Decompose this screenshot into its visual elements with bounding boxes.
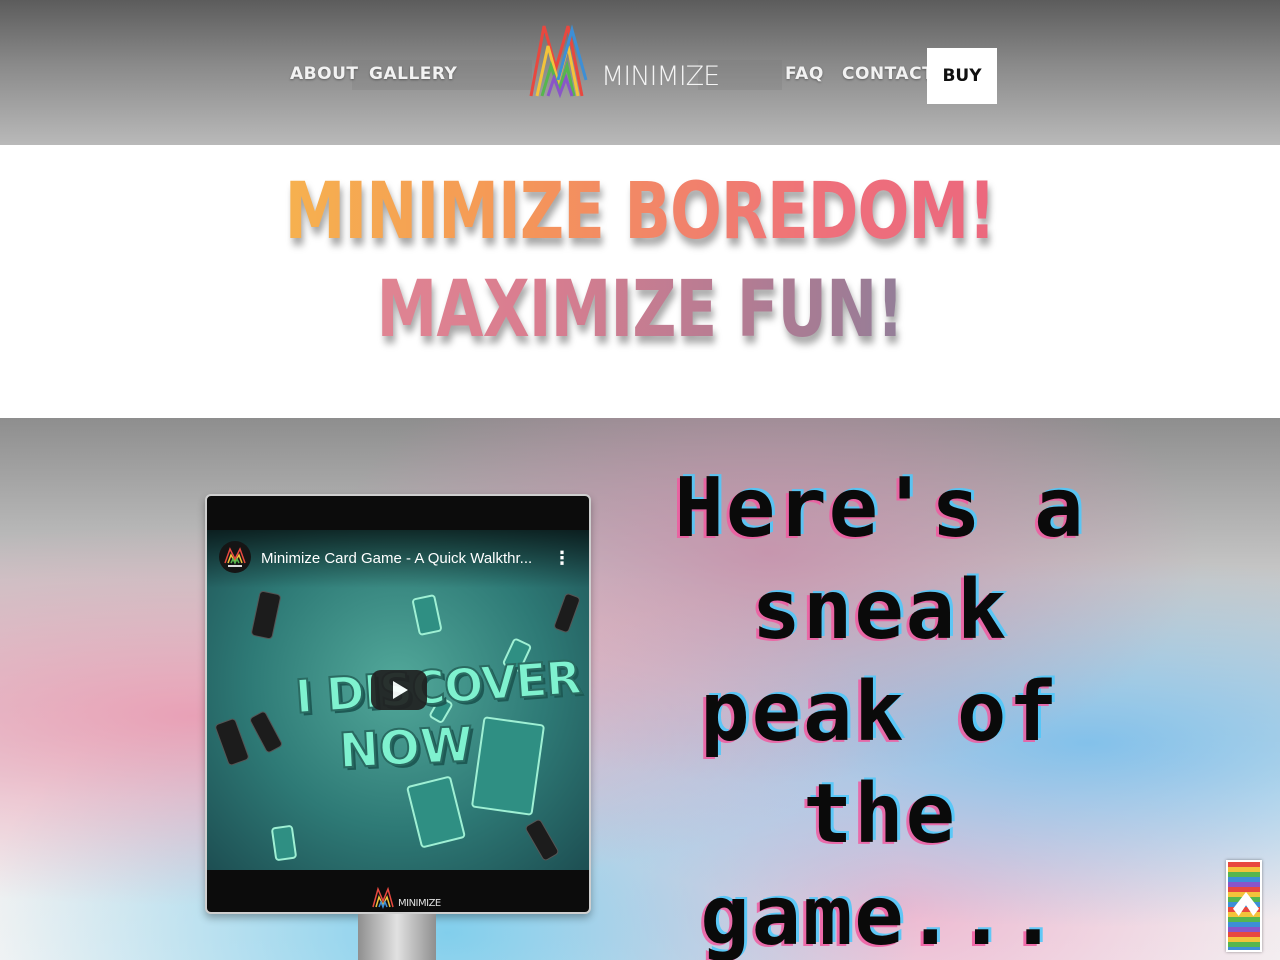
video-player[interactable]: I DISCOVER NOW Minimize Card Game - A Qu… bbox=[207, 530, 589, 870]
site-logo[interactable]: MINIMIZE bbox=[528, 20, 720, 100]
thumbnail-text-2: NOW bbox=[337, 716, 476, 781]
thumbnail-text-1: I DISCOVER bbox=[292, 649, 583, 725]
monitor-stand bbox=[358, 914, 436, 960]
card-decoration bbox=[552, 592, 582, 634]
site-header: ABOUT GALLERY MINIMIZE FAQ CONTACT BUY bbox=[0, 0, 1280, 145]
card-decoration bbox=[250, 590, 282, 640]
sneak-line: game... bbox=[700, 869, 1060, 960]
video-section: I DISCOVER NOW Minimize Card Game - A Qu… bbox=[0, 418, 1280, 960]
nav-about-link[interactable]: ABOUT bbox=[290, 64, 358, 84]
more-options-icon[interactable]: ⋮ bbox=[553, 548, 571, 569]
nav-faq-link[interactable]: FAQ bbox=[785, 64, 824, 84]
card-decoration bbox=[214, 717, 250, 767]
card-decoration bbox=[405, 775, 467, 849]
mountain-logo-icon bbox=[529, 24, 588, 99]
card-decoration bbox=[470, 716, 546, 816]
nav-gallery-link[interactable]: GALLERY bbox=[369, 64, 457, 84]
brand-logo-icon bbox=[372, 886, 394, 909]
card-decoration bbox=[270, 824, 298, 862]
video-title[interactable]: Minimize Card Game - A Quick Walkthr... bbox=[261, 550, 532, 567]
scroll-to-top-badge[interactable] bbox=[1226, 860, 1262, 952]
channel-logo-icon bbox=[224, 547, 246, 567]
play-button[interactable] bbox=[371, 670, 427, 710]
card-decoration bbox=[248, 710, 284, 754]
hero-headline-2: MAXIMIZE FUN! bbox=[141, 265, 1139, 355]
nav-contact-link[interactable]: CONTACT bbox=[842, 64, 934, 84]
hero-headline-1: MINIMIZE BOREDOM! bbox=[141, 167, 1139, 257]
card-decoration bbox=[411, 593, 443, 637]
monitor-brand-text: MINIMIZE bbox=[398, 898, 441, 909]
logo-wordmark: MINIMIZE bbox=[601, 61, 720, 92]
sneak-line: Here's a bbox=[674, 461, 1086, 556]
card-decoration bbox=[524, 818, 560, 862]
sneak-peek-heading: Here's a sneak peak of the game... bbox=[640, 458, 1120, 960]
channel-avatar[interactable] bbox=[219, 541, 251, 573]
buy-button[interactable]: BUY bbox=[927, 48, 997, 104]
sneak-line: sneak bbox=[751, 563, 1009, 658]
sneak-line: the bbox=[802, 767, 958, 862]
hero-section: MINIMIZE BOREDOM! MAXIMIZE FUN! bbox=[0, 145, 1280, 418]
video-title-bar: Minimize Card Game - A Quick Walkthr... … bbox=[207, 530, 589, 588]
sneak-line: peak of bbox=[700, 665, 1060, 760]
monitor-frame: I DISCOVER NOW Minimize Card Game - A Qu… bbox=[205, 494, 591, 914]
